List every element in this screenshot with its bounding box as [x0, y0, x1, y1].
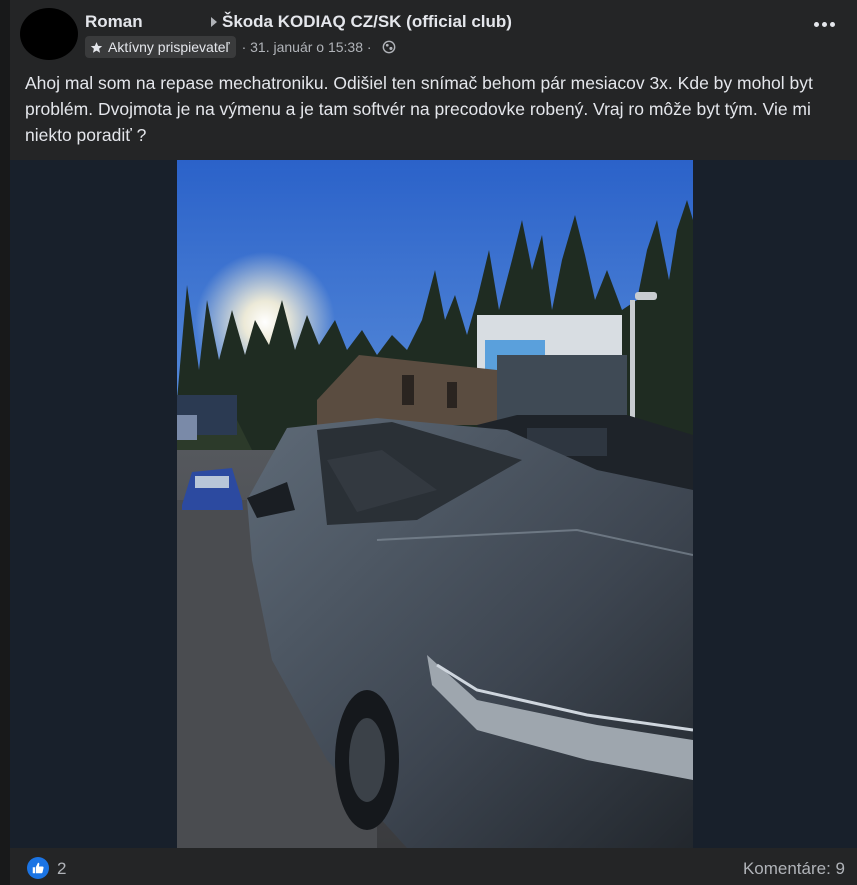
- contributor-badge[interactable]: Aktívny prispievateľ: [85, 36, 236, 58]
- caret-right-icon: [211, 17, 217, 27]
- more-options-icon[interactable]: [814, 22, 835, 27]
- post-meta: Aktívny prispievateľ · 31. január o 15:3…: [85, 36, 396, 58]
- group-name[interactable]: Škoda KODIAQ CZ/SK (official club): [222, 12, 512, 32]
- avatar[interactable]: [20, 8, 78, 60]
- post-text: Ahoj mal som na repase mechatroniku. Odi…: [25, 73, 813, 145]
- timestamp[interactable]: · 31. január o 15:38 ·: [242, 39, 372, 55]
- star-icon: [90, 41, 103, 53]
- author-name[interactable]: Roman: [85, 12, 143, 32]
- car-photo-illustration: [177, 160, 693, 848]
- post-footer: [10, 848, 857, 885]
- group-link[interactable]: Škoda KODIAQ CZ/SK (official club): [211, 12, 512, 32]
- comments-count[interactable]: Komentáre: 9: [743, 859, 845, 879]
- thumbs-up-icon[interactable]: [27, 857, 49, 879]
- post-photo[interactable]: [177, 160, 693, 848]
- globe-icon[interactable]: [382, 40, 396, 54]
- like-count[interactable]: 2: [57, 859, 66, 879]
- badge-label: Aktívny prispievateľ: [108, 39, 230, 55]
